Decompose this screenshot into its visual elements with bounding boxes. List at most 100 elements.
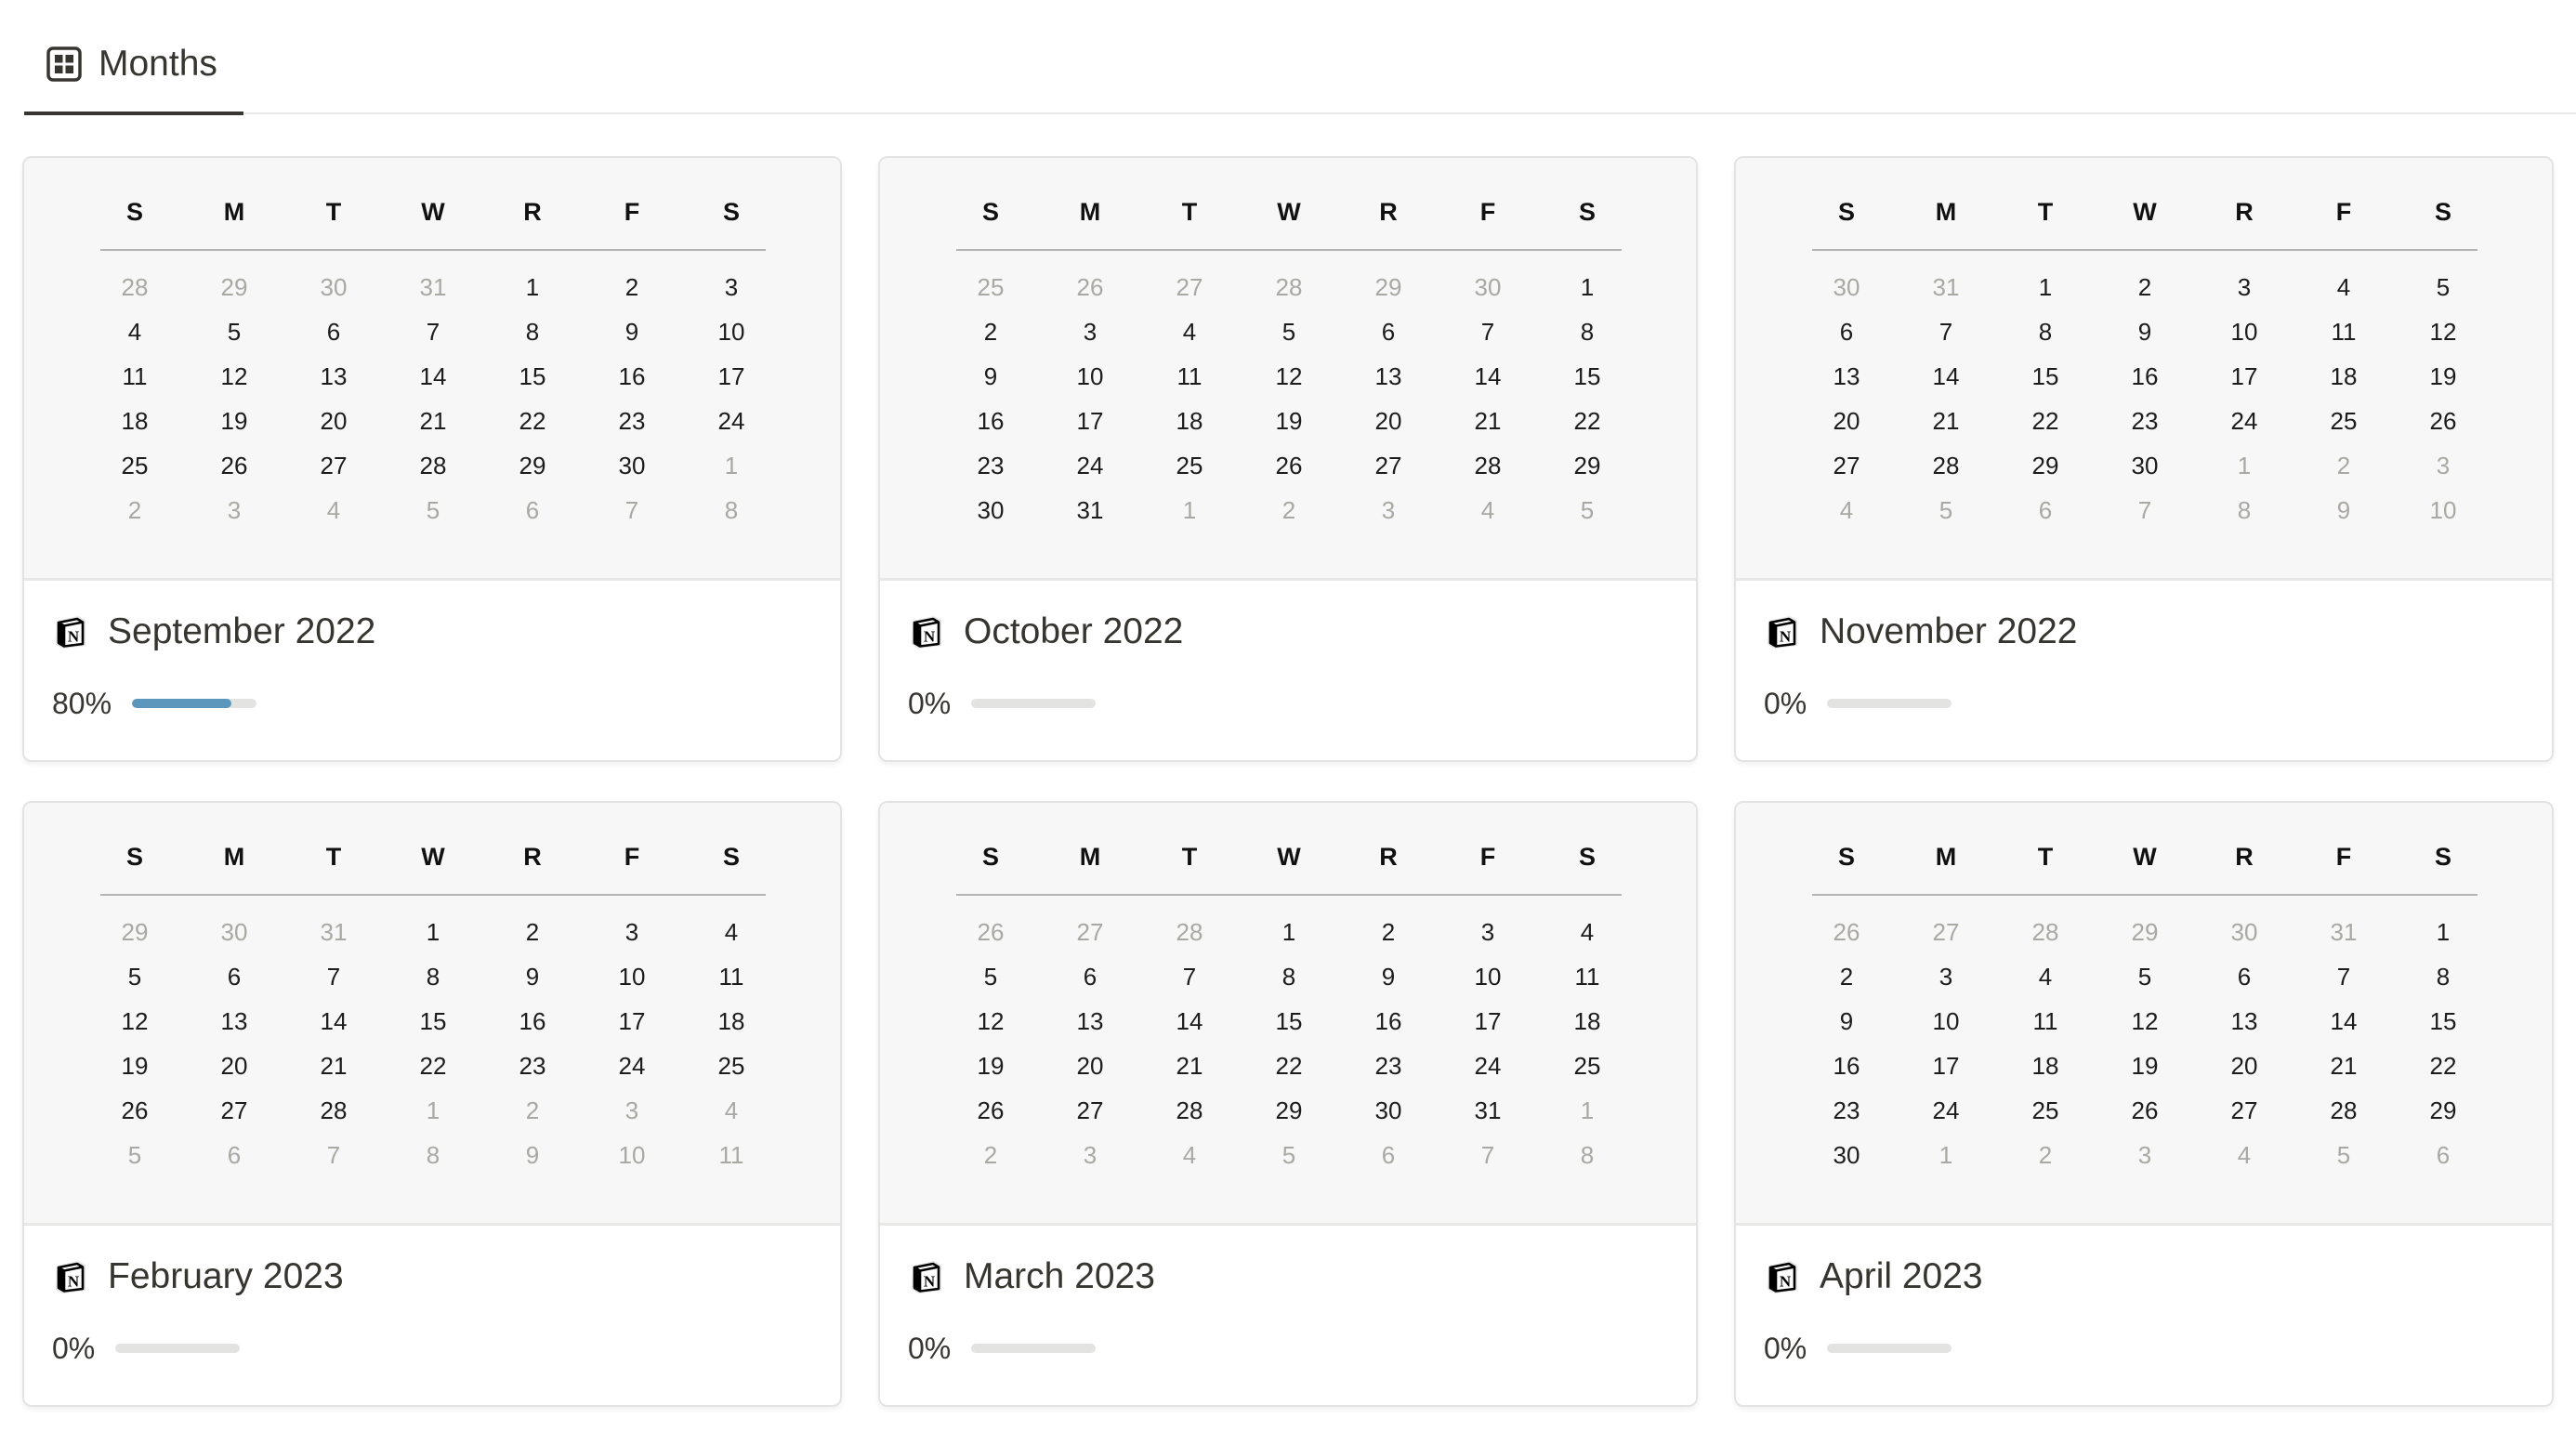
progress-percent: 0% [52, 1332, 96, 1365]
weekday-header: F [624, 198, 640, 226]
calendar-day: 11 [2032, 1007, 2058, 1035]
weekday-header: R [2235, 843, 2254, 871]
calendar-day-outside-month: 7 [2137, 496, 2152, 524]
svg-text:N: N [68, 1273, 80, 1291]
tab-months[interactable]: Months [24, 32, 243, 115]
calendar-day: 23 [2131, 407, 2159, 435]
calendar-day: 27 [1076, 1096, 1104, 1124]
calendar-day: 7 [1939, 318, 1953, 346]
calendar-day: 4 [724, 918, 739, 946]
month-card-march-2023[interactable]: SMTWRFS 26 27 28 1 2 3 4 5 6 7 8 9 10 11 12 13 14 15 16 17 1… [878, 801, 1698, 1407]
calendar-preview: SMTWRFS 25 26 27 28 29 30 1 2 3 4 5 6 7 8 9 10 11 12 13 14 1… [880, 158, 1696, 581]
calendar-day-outside-month: 30 [1833, 273, 1860, 301]
calendar-day-outside-month: 6 [2436, 1141, 2451, 1169]
calendar-day: 7 [426, 318, 440, 346]
calendar-day: 13 [2230, 1007, 2258, 1035]
calendar-day: 18 [717, 1007, 745, 1035]
calendar-day: 3 [1480, 918, 1495, 946]
calendar-day-outside-month: 27 [1176, 273, 1203, 301]
calendar-day-outside-month: 2 [1281, 496, 1296, 524]
calendar-day-outside-month: 7 [326, 1141, 341, 1169]
calendar-day: 26 [121, 1096, 149, 1124]
weekday-header-divider [1812, 249, 2477, 251]
calendar-day: 27 [1374, 452, 1402, 479]
progress-row: 0% [1764, 685, 1952, 722]
card-footer: N November 2022 0% [1736, 581, 2552, 760]
calendar-day: 28 [1474, 452, 1502, 479]
calendar-day: 3 [1939, 963, 1953, 991]
calendar-day: 18 [2031, 1052, 2059, 1080]
calendar-day: 2 [1381, 918, 1396, 946]
calendar-day-outside-month: 31 [2330, 918, 2358, 946]
progress-bar [1827, 1344, 1952, 1353]
calendar-day: 20 [220, 1052, 248, 1080]
calendar-day-outside-month: 4 [1480, 496, 1495, 524]
weekday-header: W [421, 198, 445, 226]
calendar-day: 27 [320, 452, 348, 479]
notion-logo-icon: N [1764, 1258, 1801, 1295]
calendar-day: 17 [717, 362, 745, 390]
calendar-day: 17 [1474, 1007, 1502, 1035]
calendar-day: 24 [1076, 452, 1104, 479]
calendar-day: 8 [1580, 318, 1595, 346]
weekday-header: W [2133, 198, 2157, 226]
notion-logo-icon: N [52, 613, 89, 650]
month-card-april-2023[interactable]: SMTWRFS 26 27 28 29 30 31 1 2 3 4 5 6 7 8 9 10 11 12 13 14 1… [1734, 801, 2554, 1407]
calendar-day-outside-month: 5 [127, 1141, 142, 1169]
calendar-day: 3 [2237, 273, 2252, 301]
calendar-day: 5 [2436, 273, 2451, 301]
calendar-day-outside-month: 4 [1839, 496, 1854, 524]
calendar-day: 14 [320, 1007, 348, 1035]
notion-logo-icon: N [908, 1258, 945, 1295]
calendar-day: 11 [1176, 362, 1203, 390]
card-title-row: N February 2023 [52, 1254, 344, 1300]
calendar-preview: SMTWRFS 28 29 30 31 1 2 3 4 5 6 7 8 9 10 11 12 13 14 15 16 1… [24, 158, 840, 581]
calendar-day-outside-month: 5 [1580, 496, 1595, 524]
calendar-day-outside-month: 29 [2131, 918, 2159, 946]
calendar-day: 19 [2131, 1052, 2159, 1080]
calendar-day-outside-month: 8 [426, 1141, 440, 1169]
calendar-day: 19 [2429, 362, 2457, 390]
calendar-day-outside-month: 27 [1932, 918, 1960, 946]
calendar-day-outside-month: 8 [2237, 496, 2252, 524]
calendar-day: 10 [2230, 318, 2258, 346]
calendar-day: 15 [1275, 1007, 1303, 1035]
card-title-row: N October 2022 [908, 609, 1183, 655]
month-card-november-2022[interactable]: SMTWRFS 30 31 1 2 3 4 5 6 7 8 9 10 11 12 13 14 15 16 17 18 1… [1734, 156, 2554, 762]
calendar-day: 8 [1281, 963, 1296, 991]
calendar-day: 15 [519, 362, 546, 390]
calendar-day: 7 [326, 963, 341, 991]
weekday-header: W [1277, 198, 1301, 226]
progress-bar-fill [132, 699, 232, 708]
calendar-day: 22 [2429, 1052, 2457, 1080]
month-card-september-2022[interactable]: SMTWRFS 28 29 30 31 1 2 3 4 5 6 7 8 9 10 11 12 13 14 15 16 1… [22, 156, 842, 762]
weekday-header: S [2434, 198, 2451, 226]
calendar-day: 16 [977, 407, 1005, 435]
tab-bar-divider [24, 112, 2576, 114]
calendar-day: 26 [1275, 452, 1303, 479]
weekday-header-row: SMTWRFS [100, 840, 766, 873]
calendar-day-outside-month: 1 [1939, 1141, 1953, 1169]
calendar-day-outside-month: 1 [1182, 496, 1197, 524]
calendar-day: 21 [1176, 1052, 1203, 1080]
month-card-october-2022[interactable]: SMTWRFS 25 26 27 28 29 30 1 2 3 4 5 6 7 8 9 10 11 12 13 14 1… [878, 156, 1698, 762]
calendar-day: 6 [1381, 318, 1396, 346]
calendar-day-outside-month: 4 [2237, 1141, 2252, 1169]
calendar-day: 5 [983, 963, 998, 991]
calendar-day-outside-month: 28 [1275, 273, 1303, 301]
calendar-day: 17 [2230, 362, 2258, 390]
calendar-day: 27 [1833, 452, 1860, 479]
calendar-day-outside-month: 29 [220, 273, 248, 301]
calendar-day: 26 [2131, 1096, 2159, 1124]
calendar-day: 18 [121, 407, 149, 435]
calendar-day-outside-month: 25 [977, 273, 1005, 301]
calendar-day: 15 [419, 1007, 447, 1035]
calendar-day: 4 [2336, 273, 2351, 301]
active-tab-indicator [24, 112, 243, 115]
calendar-day: 22 [2031, 407, 2059, 435]
calendar-day: 17 [1932, 1052, 1960, 1080]
month-card-february-2023[interactable]: SMTWRFS 29 30 31 1 2 3 4 5 6 7 8 9 10 11 12 13 14 15 16 17 1… [22, 801, 842, 1407]
weekday-header: R [523, 843, 542, 871]
calendar-day: 10 [717, 318, 745, 346]
weekday-header: R [1379, 198, 1398, 226]
